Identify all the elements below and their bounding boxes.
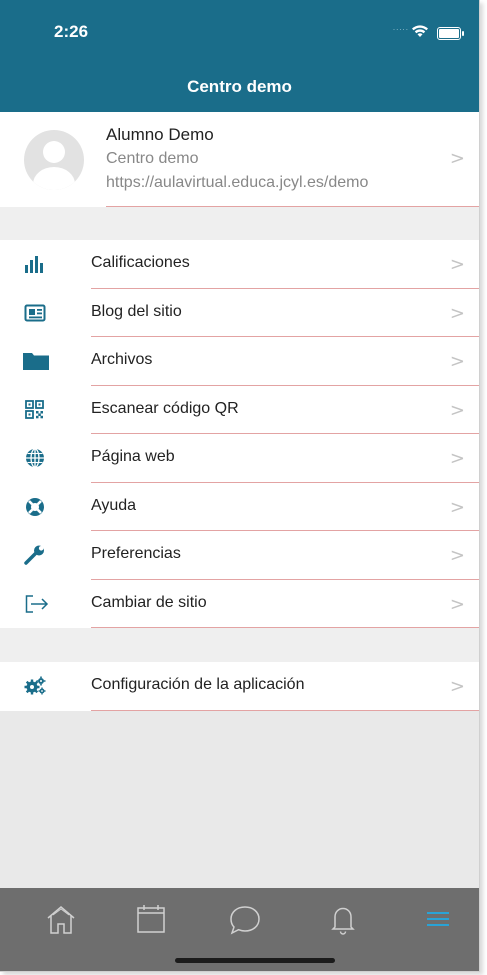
- folder-icon: [23, 353, 49, 370]
- menu-item-preferencias[interactable]: Preferencias >: [0, 531, 479, 580]
- menu-item-qr[interactable]: Escanear código QR >: [0, 386, 479, 434]
- divider: [91, 709, 479, 711]
- menu-item-label: Preferencias: [91, 545, 181, 562]
- calendar-icon[interactable]: [131, 902, 171, 936]
- menu-item-calificaciones[interactable]: Calificaciones >: [0, 240, 479, 289]
- wifi-icon: [412, 25, 428, 37]
- menu-item-archivos[interactable]: Archivos >: [0, 337, 479, 386]
- menu-item-label: Calificaciones: [91, 254, 190, 271]
- section-gap: [0, 628, 479, 662]
- menu-item-blog[interactable]: Blog del sitio >: [0, 289, 479, 337]
- newspaper-icon: [24, 304, 46, 321]
- menu-item-label: Página web: [91, 448, 175, 465]
- site-name: Centro demo: [106, 150, 199, 167]
- menu-item-label: Configuración de la aplicación: [91, 676, 305, 693]
- user-name: Alumno Demo: [106, 125, 214, 144]
- menu-item-ayuda[interactable]: Ayuda >: [0, 483, 479, 531]
- chat-icon[interactable]: [225, 902, 265, 936]
- chevron-right-icon: >: [449, 351, 465, 372]
- home-indicator: [175, 958, 335, 963]
- chevron-right-icon: >: [449, 302, 465, 324]
- chevron-right-icon: >: [449, 148, 465, 169]
- battery-icon: [437, 27, 464, 40]
- status-time: 2:26: [54, 22, 89, 41]
- avatar: [24, 130, 84, 190]
- menu-item-configuracion[interactable]: Configuración de la aplicación >: [0, 662, 479, 711]
- chevron-right-icon: >: [449, 448, 465, 469]
- home-icon[interactable]: [41, 902, 81, 936]
- menu-item-label: Escanear código QR: [91, 399, 239, 417]
- chevron-right-icon: >: [449, 254, 465, 275]
- globe-icon: [26, 448, 44, 468]
- bar-chart-icon: [25, 256, 43, 273]
- qr-code-icon: [25, 399, 44, 419]
- site-url: https://aulavirtual.educa.jcyl.es/demo: [106, 174, 369, 191]
- wrench-icon: [24, 545, 44, 565]
- lifebuoy-icon: [26, 497, 44, 516]
- gears-icon: [24, 676, 46, 695]
- chevron-right-icon: >: [449, 545, 465, 566]
- chevron-right-icon: >: [449, 593, 465, 615]
- menu-item-label: Blog del sitio: [91, 302, 182, 320]
- page-title: Centro demo: [187, 77, 292, 96]
- main-menu: Calificaciones > Blog del sitio > Archiv…: [0, 240, 479, 628]
- status-bar: 2:26 .....: [0, 0, 479, 62]
- bell-icon[interactable]: [323, 902, 363, 936]
- settings-menu: Configuración de la aplicación >: [0, 662, 479, 711]
- sign-out-icon: [25, 594, 49, 613]
- navigation-bar: Centro demo: [0, 62, 479, 112]
- section-gap: [0, 207, 479, 240]
- tab-bar: [0, 888, 479, 971]
- phone-screen: 2:26 ..... Centro demo Alumno Demo Centr…: [0, 0, 480, 972]
- chevron-right-icon: >: [449, 676, 465, 697]
- menu-item-pagina-web[interactable]: Página web >: [0, 434, 479, 483]
- menu-item-label: Archivos: [91, 351, 153, 368]
- menu-item-label: Ayuda: [91, 496, 137, 514]
- menu-item-label: Cambiar de sitio: [91, 593, 207, 611]
- signal-dots: .....: [392, 23, 409, 32]
- menu-item-cambiar-sitio[interactable]: Cambiar de sitio >: [0, 580, 479, 628]
- hamburger-menu-icon[interactable]: [418, 902, 458, 936]
- user-profile-row[interactable]: Alumno Demo Centro demo https://aulavirt…: [0, 112, 479, 207]
- chevron-right-icon: >: [449, 399, 465, 421]
- chevron-right-icon: >: [449, 496, 465, 518]
